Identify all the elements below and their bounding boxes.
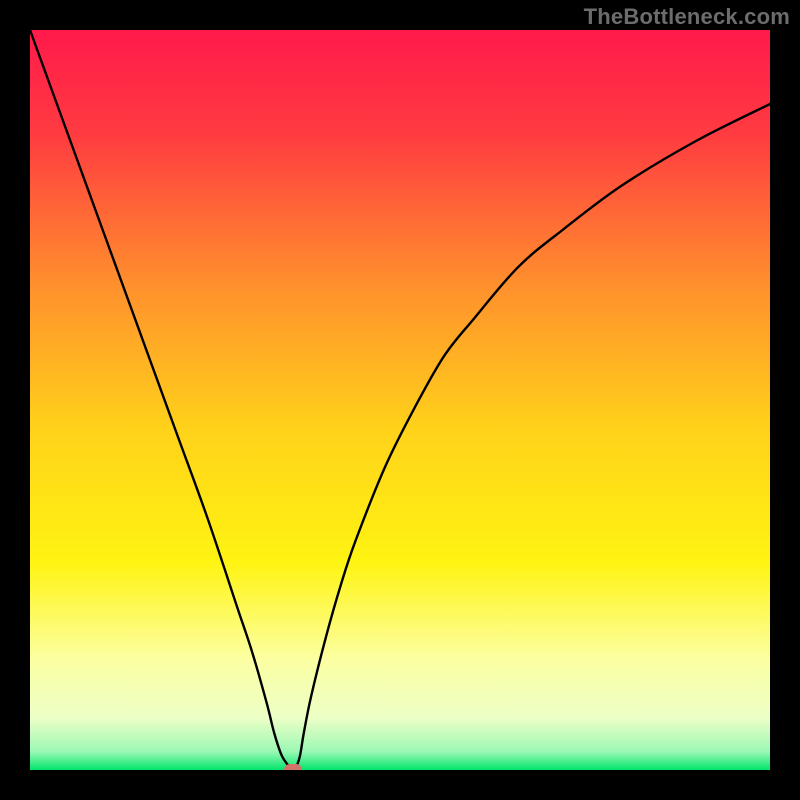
plot-area: [30, 30, 770, 770]
watermark-text: TheBottleneck.com: [584, 4, 790, 30]
bottleneck-curve: [30, 30, 770, 770]
optimum-point-marker: [284, 764, 302, 770]
chart-frame: TheBottleneck.com: [0, 0, 800, 800]
